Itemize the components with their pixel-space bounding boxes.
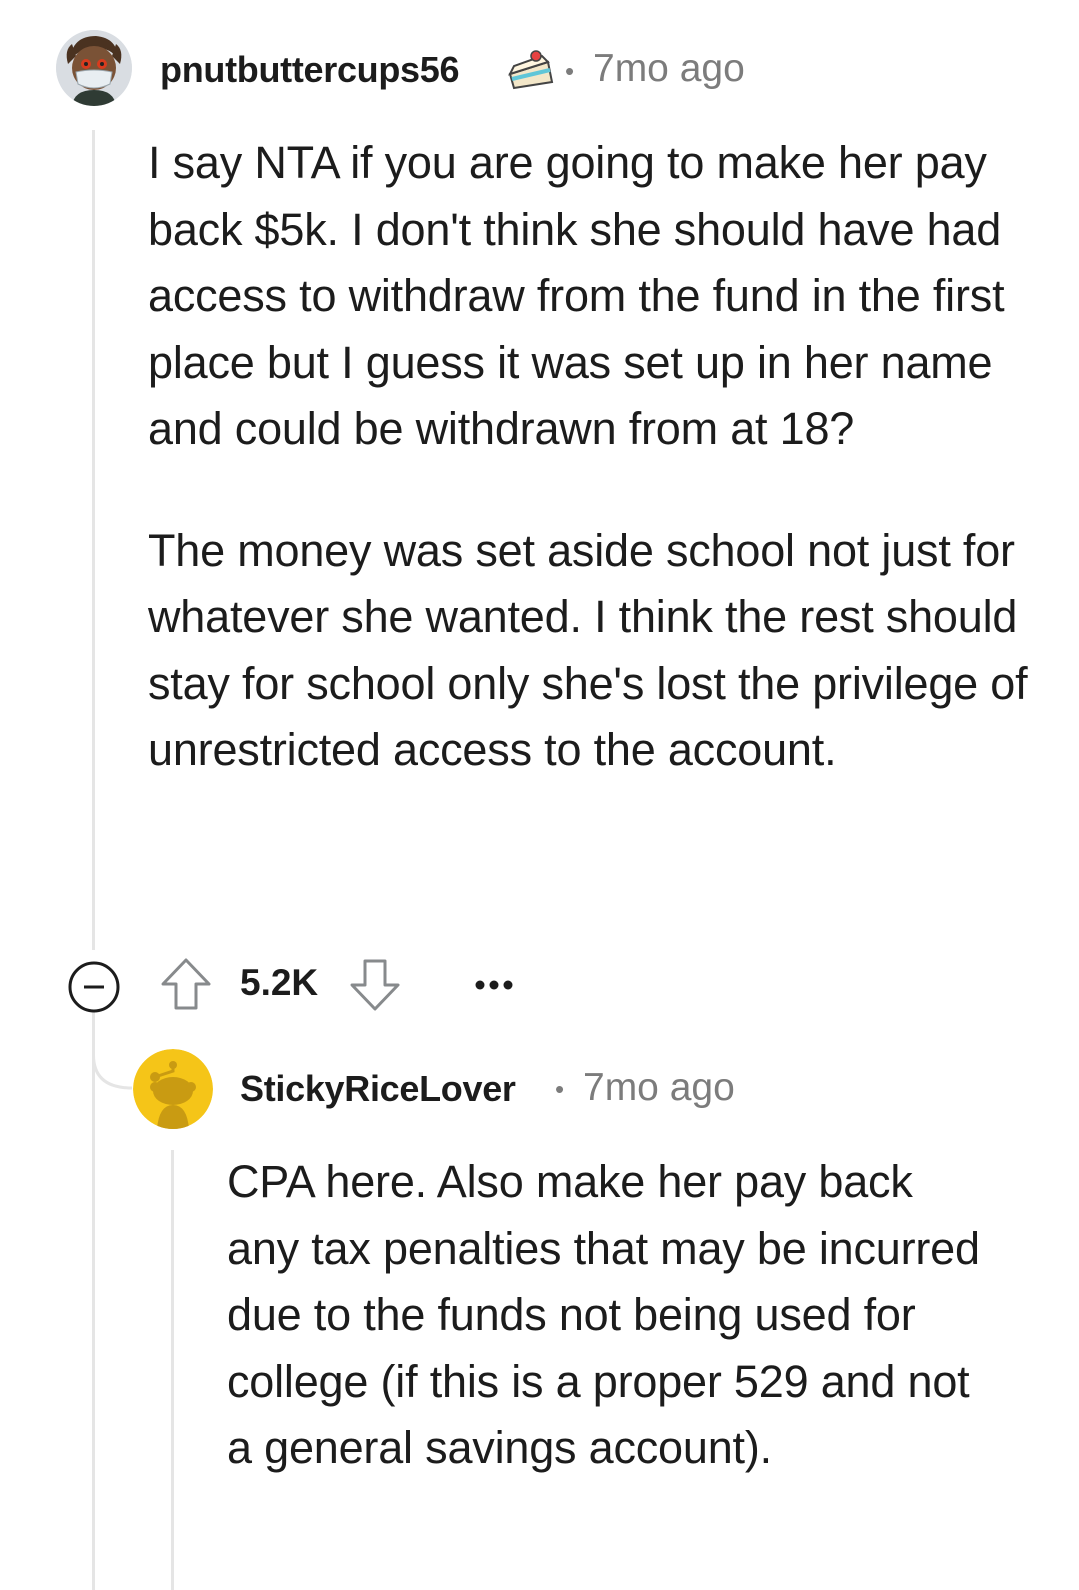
comment-timestamp: 7mo ago [583,1066,735,1109]
thread-line-main-lower[interactable] [92,1010,95,1590]
comment-paragraph: CPA here. Also make her pay back any tax… [227,1156,980,1473]
thread-line-reply[interactable] [171,1150,174,1590]
upvote-arrow-icon[interactable] [160,957,212,1011]
comment-author[interactable]: pnutbuttercups56 [160,49,460,91]
more-options-icon[interactable] [474,978,514,992]
comment-author[interactable]: StickyRiceLover [240,1068,516,1110]
collapse-minus-icon[interactable] [67,960,121,1014]
comment-timestamp: 7mo ago [593,47,745,90]
user-avatar[interactable] [133,1049,213,1129]
meta-separator: • [555,1074,565,1104]
user-avatar[interactable] [56,30,132,106]
vote-count: 5.2K [240,962,319,1003]
cake-icon [506,46,556,96]
comment-paragraph: The money was set aside school not just … [148,524,1028,776]
comment-body: I say NTA if you are going to make her p… [148,130,1048,784]
comment-paragraph: I say NTA if you are going to make her p… [148,137,1005,454]
thread-line-main[interactable] [92,130,95,950]
comment-body: CPA here. Also make her pay back any tax… [227,1149,987,1482]
downvote-arrow-icon[interactable] [349,958,401,1012]
meta-separator: • [565,56,575,86]
